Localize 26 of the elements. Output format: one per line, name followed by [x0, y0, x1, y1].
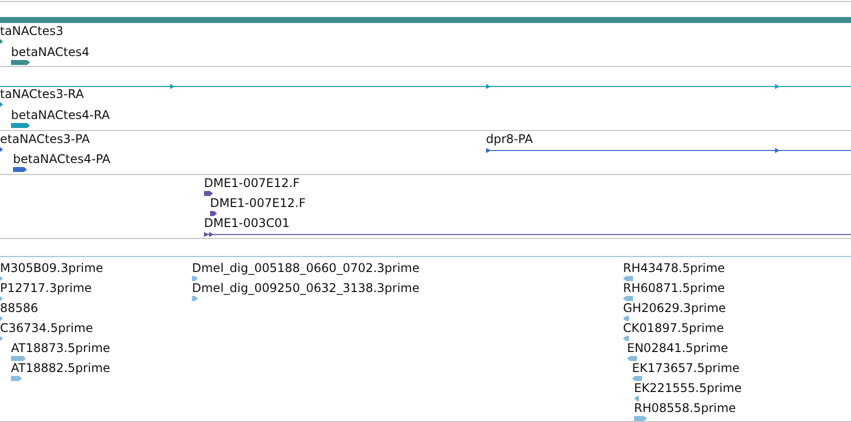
feature-label: betaNACtes4-RA: [11, 108, 110, 122]
feature-label: RH43478.5prime: [623, 261, 725, 275]
feature-label: 88586: [0, 301, 38, 315]
feature-label: AT18882.5prime: [11, 361, 110, 375]
feature-label: P12717.3prime: [0, 281, 92, 295]
feature-label: EK173657.5prime: [632, 361, 740, 375]
feature-label: DME1-007E12.F: [210, 196, 306, 210]
feature-label: EN02841.5prime: [627, 341, 728, 355]
feature-label: taNACtes3: [0, 24, 64, 38]
feature-label: M305B09.3prime: [0, 261, 104, 275]
feature-label: betaNACtes4-PA: [13, 152, 110, 166]
feature-label: C36734.5prime: [0, 321, 93, 335]
feature-label: DME1-003C01: [204, 216, 290, 230]
feature-label: betaNACtes4: [11, 45, 90, 59]
feature-label: GH20629.3prime: [623, 301, 726, 315]
feature-label: EK221555.5prime: [634, 381, 742, 395]
feature-label: taNACtes3-RA: [0, 87, 84, 101]
feature-label: RH60871.5prime: [623, 281, 725, 295]
feature-label: Dmel_dig_009250_0632_3138.3prime: [192, 281, 420, 295]
feature-label: Dmel_dig_005188_0660_0702.3prime: [192, 261, 420, 275]
feature-label: RH08558.5prime: [634, 401, 736, 415]
feature-label: CK01897.5prime: [623, 321, 724, 335]
feature-label: dpr8-PA: [486, 132, 533, 146]
feature-label: DME1-007E12.F: [204, 176, 300, 190]
feature-label: AT18873.5prime: [11, 341, 110, 355]
feature-label: etaNACtes3-PA: [0, 132, 90, 146]
